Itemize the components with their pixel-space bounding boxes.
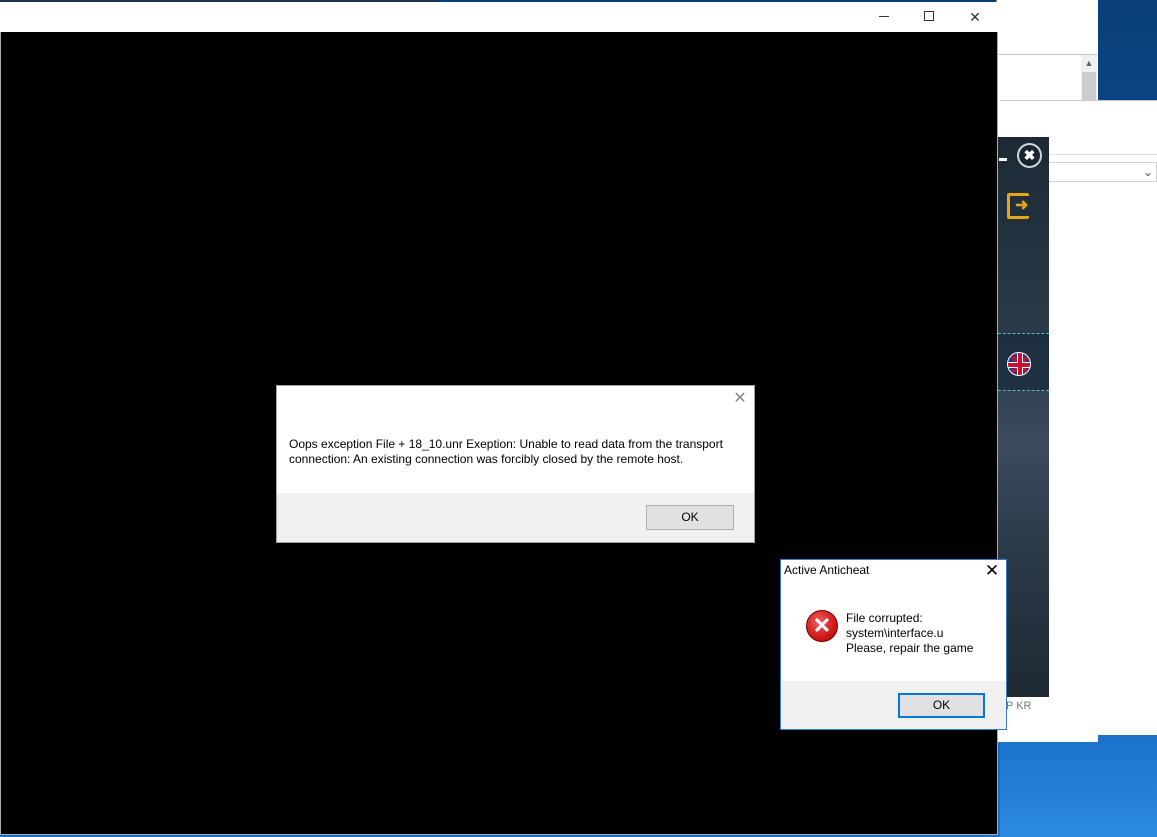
desktop-wallpaper-glow [1000, 730, 1157, 837]
close-button[interactable]: ✕ [952, 2, 998, 32]
message-line: Please, repair the game [846, 641, 974, 655]
background-window-divider [1044, 154, 1157, 155]
flag-cross [1018, 353, 1022, 375]
minimize-icon [879, 16, 889, 17]
scrollbar-thumb[interactable] [1082, 72, 1096, 101]
anticheat-message: File corrupted: system\interface.u Pleas… [846, 611, 996, 659]
message-line: File corrupted: [846, 611, 923, 625]
error-icon: ✕ [806, 610, 838, 642]
uk-flag-icon[interactable] [1007, 352, 1031, 376]
exit-arrow-icon[interactable]: ➜ [1015, 197, 1031, 215]
scroll-up-icon[interactable]: ▲ [1081, 55, 1097, 71]
maximize-icon [924, 11, 934, 21]
close-icon[interactable]: ✕ [981, 561, 1003, 581]
dialog-title: Active Anticheat [784, 563, 870, 577]
message-line: system\interface.u [846, 626, 944, 640]
close-icon[interactable]: ✕ [730, 389, 750, 409]
minimize-button[interactable] [861, 2, 907, 32]
launcher-close-button[interactable]: ✖ [1017, 143, 1042, 168]
launcher-footer-text: P KR [1006, 700, 1032, 712]
game-window-titlebar[interactable] [0, 2, 998, 32]
chevron-down-icon[interactable]: ⌄ [1140, 163, 1156, 181]
ok-button[interactable]: OK [898, 693, 985, 718]
ok-button[interactable]: OK [646, 505, 734, 530]
error-message: Oops exception File + 18_10.unr Exeption… [289, 437, 723, 466]
minimize-icon [999, 158, 1007, 161]
